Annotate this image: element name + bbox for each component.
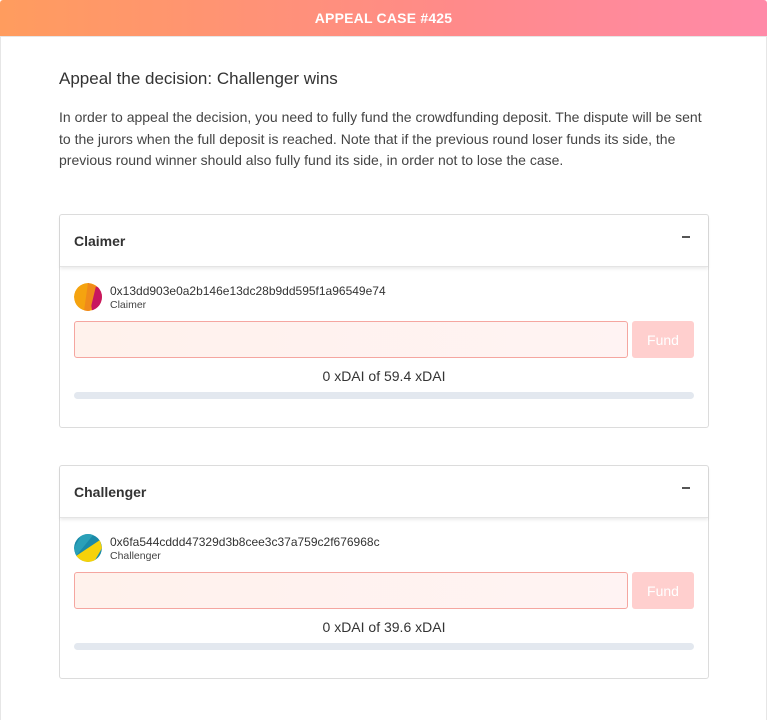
modal-title: APPEAL CASE #425 bbox=[314, 10, 453, 26]
claimer-role-label: Claimer bbox=[110, 299, 147, 311]
challenger-card: Challenger 0x6fa544cddd47329d3b8cee3c37a… bbox=[59, 465, 709, 679]
identicon-icon bbox=[74, 283, 102, 311]
collapse-icon[interactable] bbox=[678, 229, 694, 245]
claimer-card-header[interactable]: Claimer bbox=[60, 215, 708, 267]
challenger-amount-input[interactable] bbox=[74, 572, 628, 609]
appeal-modal: APPEAL CASE #425 Appeal the decision: Ch… bbox=[0, 0, 767, 720]
page-title: Appeal the decision: Challenger wins bbox=[59, 69, 338, 88]
challenger-card-title: Challenger bbox=[74, 483, 147, 500]
challenger-card-header[interactable]: Challenger bbox=[60, 466, 708, 518]
claimer-fund-button[interactable]: Fund bbox=[632, 321, 694, 358]
claimer-card-body: 0x13dd903e0a2b146e13dc28b9dd595f1a96549e… bbox=[60, 267, 708, 427]
identicon-icon bbox=[74, 534, 102, 562]
claimer-card: Claimer 0x13dd903e0a2b146e13dc28b9dd595f… bbox=[59, 214, 709, 428]
challenger-card-body: 0x6fa544cddd47329d3b8cee3c37a759c2f67696… bbox=[60, 518, 708, 678]
challenger-role-label: Challenger bbox=[110, 550, 161, 562]
claimer-progress-bar bbox=[74, 392, 694, 399]
collapse-icon[interactable] bbox=[678, 480, 694, 496]
challenger-party: 0x6fa544cddd47329d3b8cee3c37a759c2f67696… bbox=[74, 534, 380, 563]
claimer-progress-text: 0 xDAI of 59.4 xDAI bbox=[322, 368, 446, 384]
challenger-progress-bar bbox=[74, 643, 694, 650]
modal-header: APPEAL CASE #425 bbox=[0, 0, 767, 36]
challenger-address: 0x6fa544cddd47329d3b8cee3c37a759c2f67696… bbox=[110, 535, 380, 549]
challenger-progress-text: 0 xDAI of 39.6 xDAI bbox=[322, 619, 446, 635]
claimer-card-title: Claimer bbox=[74, 232, 126, 249]
challenger-fund-button[interactable]: Fund bbox=[632, 572, 694, 609]
claimer-party: 0x13dd903e0a2b146e13dc28b9dd595f1a96549e… bbox=[74, 283, 386, 312]
claimer-amount-input[interactable] bbox=[74, 321, 628, 358]
modal-content: Appeal the decision: Challenger wins In … bbox=[0, 36, 767, 720]
claimer-address: 0x13dd903e0a2b146e13dc28b9dd595f1a96549e… bbox=[110, 284, 386, 298]
appeal-description: In order to appeal the decision, you nee… bbox=[59, 109, 702, 168]
